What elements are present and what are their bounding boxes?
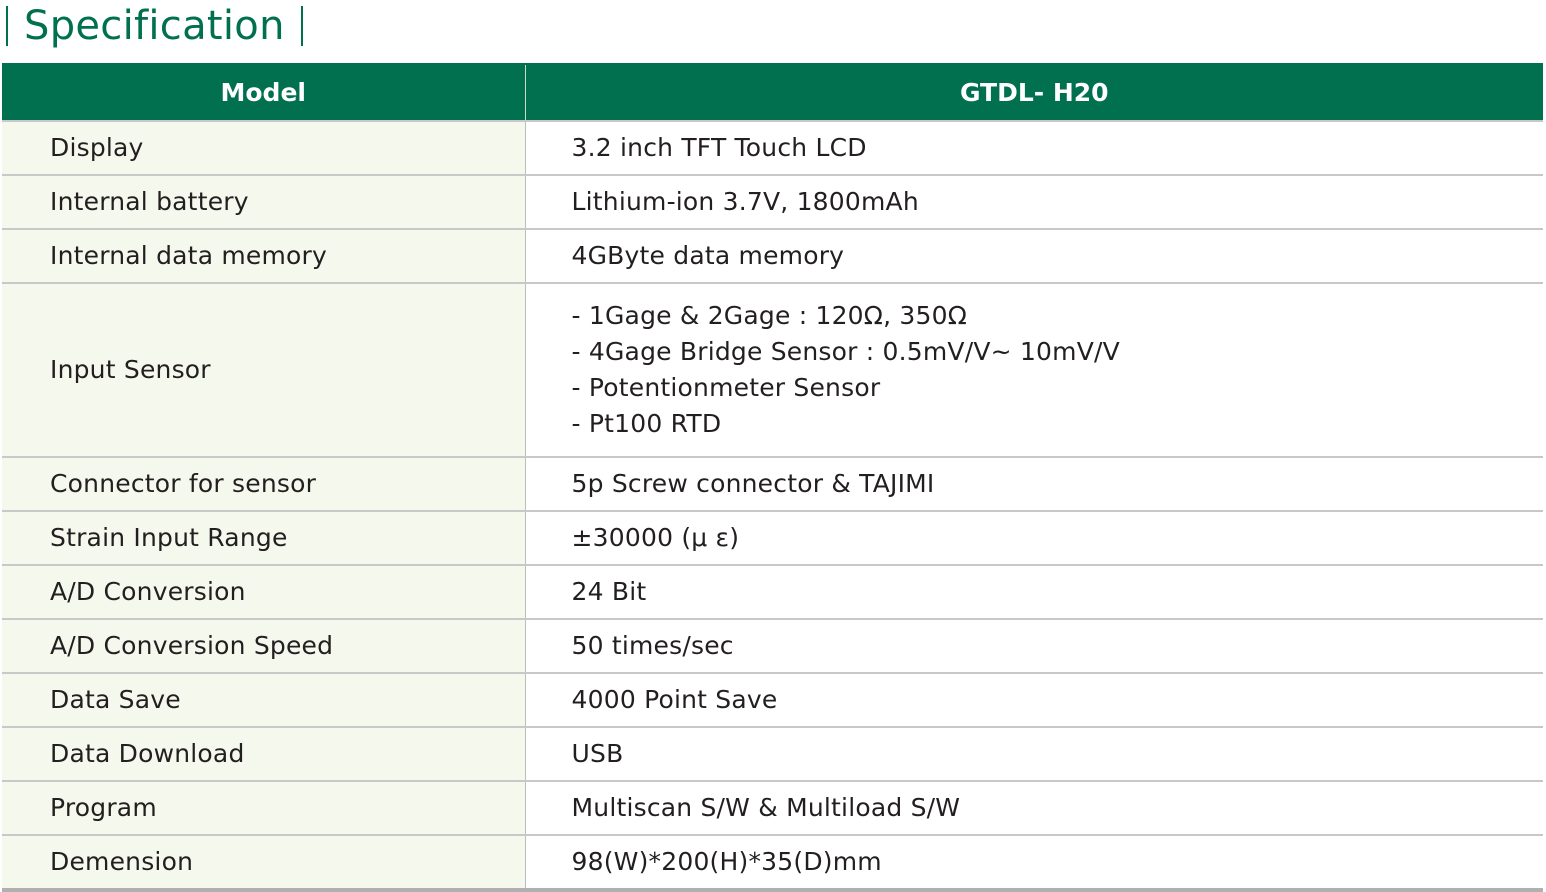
table-row: Demension 98(W)*200(H)*35(D)mm [2, 834, 1543, 892]
header-model-label: Model [2, 63, 526, 121]
row-value: ±30000 (μ ε) [525, 510, 1543, 565]
table-row: Data Download USB [2, 726, 1543, 781]
table-row: Program Multiscan S/W & Multiload S/W [2, 780, 1543, 835]
table-row: Connector for sensor 5p Screw connector … [2, 456, 1543, 511]
row-value: 3.2 inch TFT Touch LCD [525, 120, 1543, 175]
row-value: USB [525, 726, 1543, 781]
table-row: A/D Conversion Speed 50 times/sec [2, 618, 1543, 673]
table-row: Internal battery Lithium-ion 3.7V, 1800m… [2, 174, 1543, 229]
table-header-row: Model GTDL- H20 [2, 63, 1543, 121]
table-row: Data Save 4000 Point Save [2, 672, 1543, 727]
page-title: Specification [24, 3, 285, 49]
row-value: Lithium-ion 3.7V, 1800mAh [525, 174, 1543, 229]
row-value: 98(W)*200(H)*35(D)mm [525, 834, 1543, 892]
row-label: Input Sensor [2, 282, 526, 457]
row-label: Internal battery [2, 174, 526, 229]
list-item: - 4Gage Bridge Sensor : 0.5mV/V~ 10mV/V [571, 337, 1120, 366]
row-value: 5p Screw connector & TAJIMI [525, 456, 1543, 511]
row-label: Connector for sensor [2, 456, 526, 511]
table-row: Strain Input Range ±30000 (μ ε) [2, 510, 1543, 565]
row-label: Data Download [2, 726, 526, 781]
row-value: 50 times/sec [525, 618, 1543, 673]
row-label: Data Save [2, 672, 526, 727]
list-item: - 1Gage & 2Gage : 120Ω, 350Ω [571, 301, 968, 330]
title-left-divider [6, 6, 8, 46]
table-row: Display 3.2 inch TFT Touch LCD [2, 120, 1543, 175]
list-item: - Potentionmeter Sensor [571, 373, 881, 402]
row-value: Multiscan S/W & Multiload S/W [525, 780, 1543, 835]
table-row: Input Sensor - 1Gage & 2Gage : 120Ω, 350… [2, 282, 1543, 457]
row-value: 24 Bit [525, 564, 1543, 619]
list-item: - Pt100 RTD [571, 409, 722, 438]
row-label: Demension [2, 834, 526, 892]
row-label: Internal data memory [2, 228, 526, 283]
specification-table: Model GTDL- H20 Display 3.2 inch TFT Tou… [2, 63, 1543, 892]
table-row: A/D Conversion 24 Bit [2, 564, 1543, 619]
row-label: Display [2, 120, 526, 175]
row-value: 4000 Point Save [525, 672, 1543, 727]
title-right-divider [300, 6, 303, 46]
section-title: Specification [6, 4, 303, 48]
row-label: Program [2, 780, 526, 835]
header-model-value: GTDL- H20 [525, 63, 1543, 121]
table-row: Internal data memory 4GByte data memory [2, 228, 1543, 283]
row-value: 4GByte data memory [525, 228, 1543, 283]
row-label: Strain Input Range [2, 510, 526, 565]
row-value-list: - 1Gage & 2Gage : 120Ω, 350Ω - 4Gage Bri… [525, 282, 1543, 457]
row-label: A/D Conversion Speed [2, 618, 526, 673]
row-label: A/D Conversion [2, 564, 526, 619]
